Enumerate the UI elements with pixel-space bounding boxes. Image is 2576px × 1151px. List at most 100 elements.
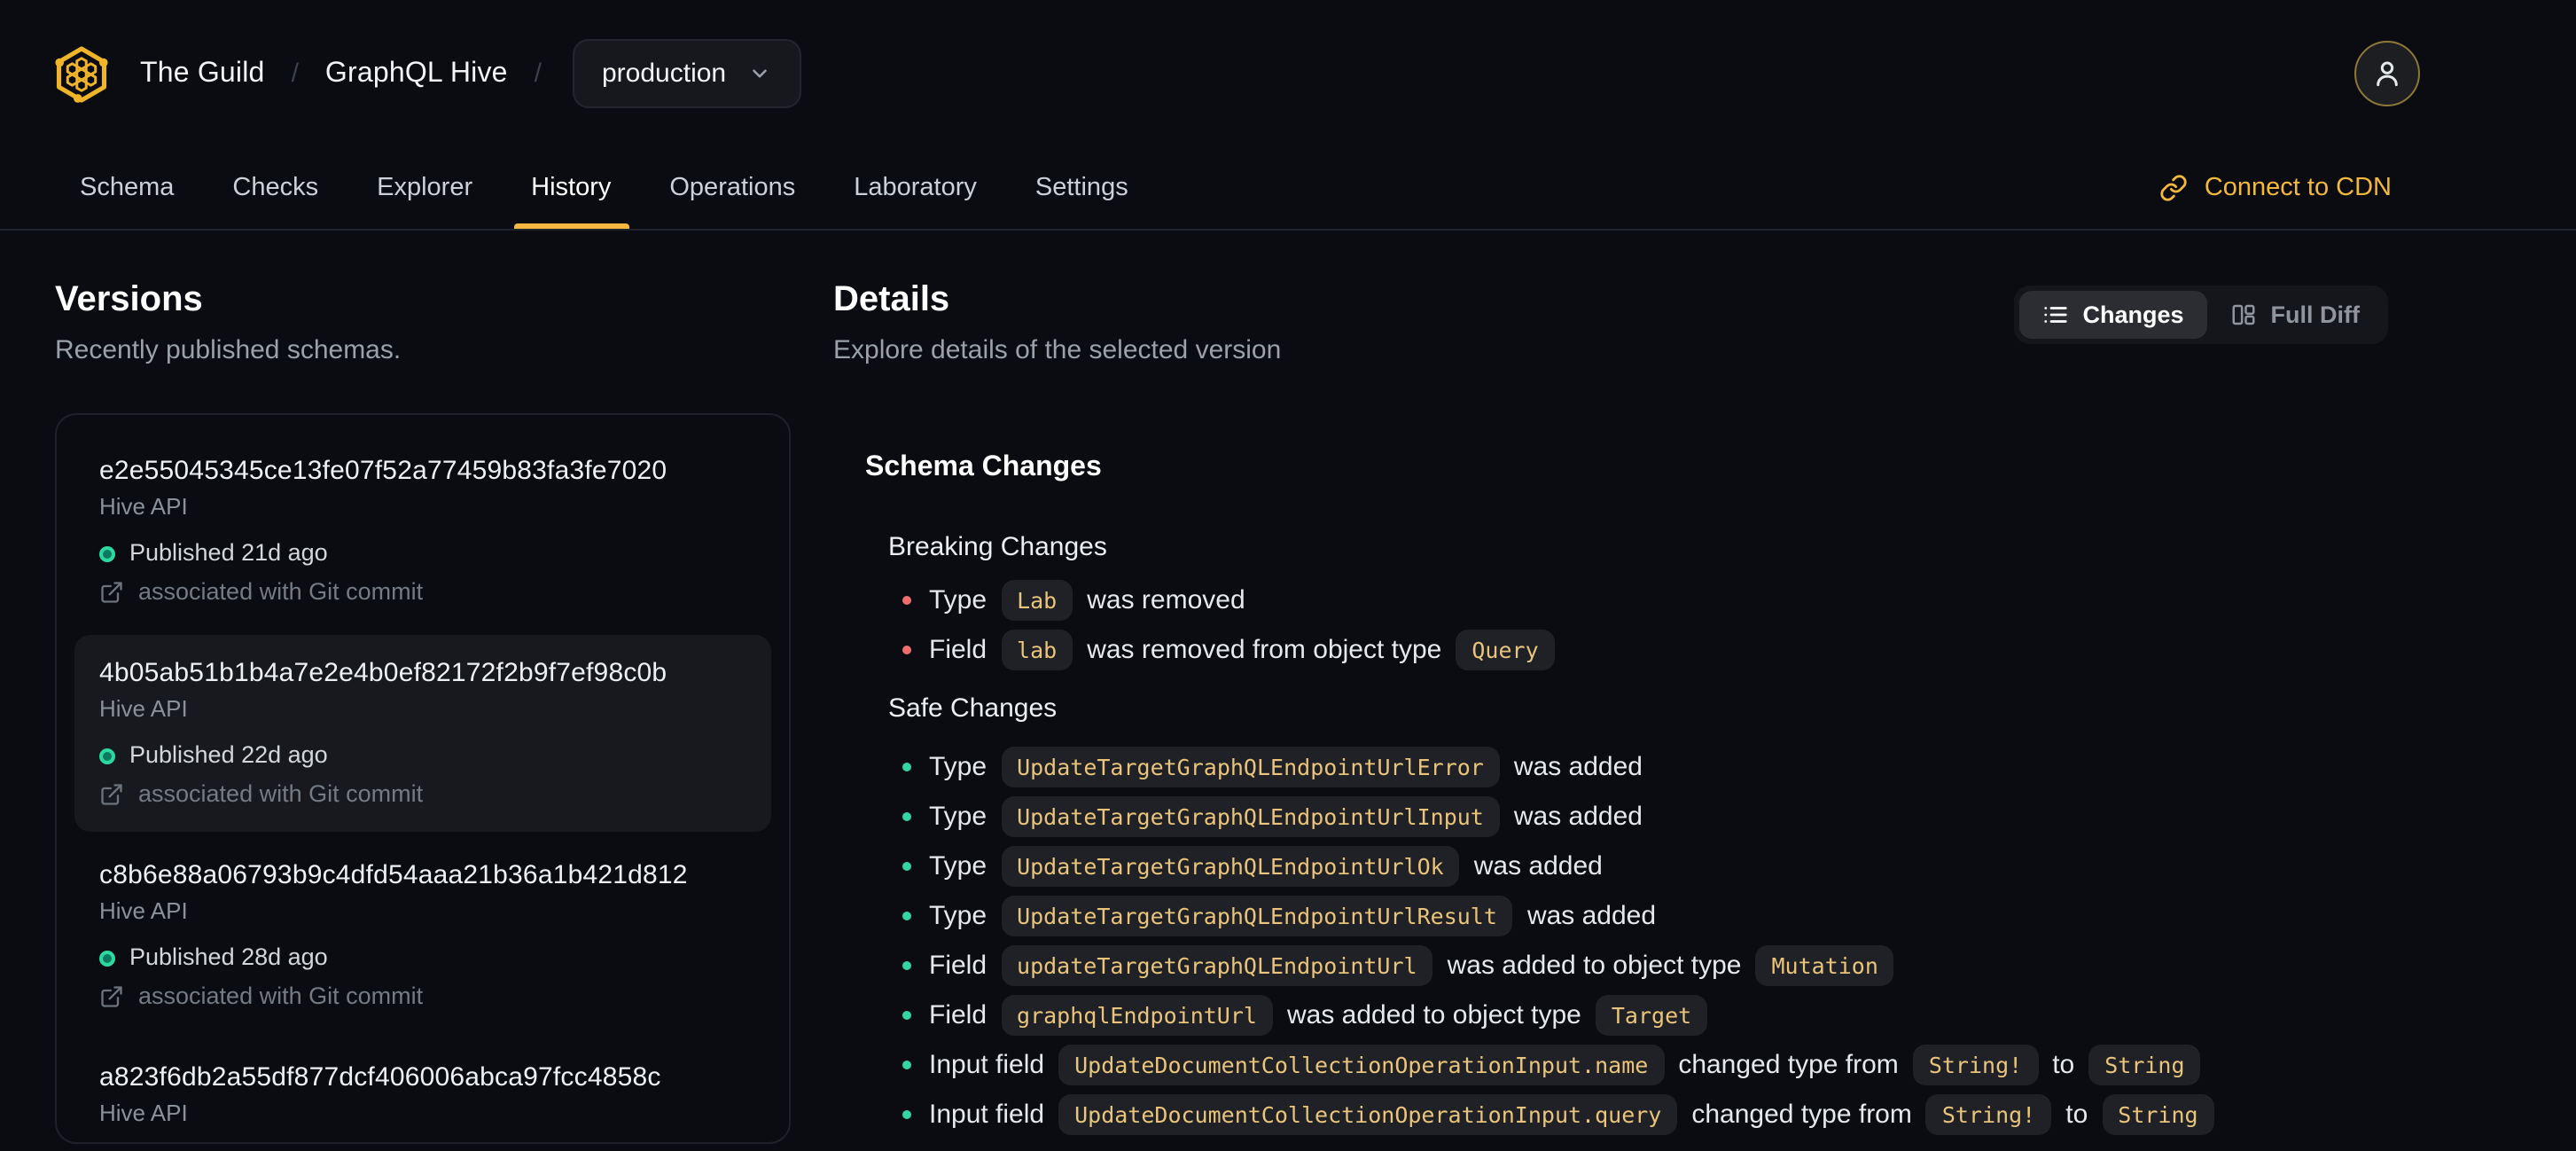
published-label: Published 22d ago	[129, 741, 328, 768]
version-hash: a823f6db2a55df877dcf406006abca97fcc4858c	[99, 1062, 661, 1092]
published-status-dot	[99, 950, 115, 966]
link-icon	[2161, 175, 2188, 201]
version-hash: e2e55045345ce13fe07f52a77459b83fa3fe7020	[99, 456, 667, 486]
safe-change-item: Field updateTargetGraphQLEndpointUrl was a…	[865, 940, 2388, 990]
hive-logo-icon[interactable]	[51, 43, 112, 104]
safe-change-item: Input field UpdateDocumentCollectionOpera…	[865, 1089, 2388, 1139]
schema-coordinate-badge: UpdateTargetGraphQLEndpointUrlError	[1001, 746, 1500, 787]
changes-toggle-label: Changes	[2082, 301, 2184, 328]
target-selector-dropdown[interactable]: production	[572, 39, 801, 108]
change-text: was added	[1513, 801, 1643, 831]
schema-coordinate-badge: UpdateDocumentCollectionOperationInput.q…	[1058, 1093, 1678, 1134]
schema-coordinate-badge: UpdateTargetGraphQLEndpointUrlOk	[1001, 845, 1460, 886]
breaking-changes-title: Breaking Changes	[888, 532, 1107, 562]
safe-change-item: Type UpdateTargetGraphQLEndpointUrlError w…	[865, 741, 2388, 791]
version-service: Hive API	[99, 493, 188, 520]
nav-tabs: Schema Checks Explorer History Operations Lab…	[62, 147, 1146, 229]
change-text: was added to object type	[1447, 950, 1742, 980]
tab-schema[interactable]: Schema	[62, 147, 191, 229]
versions-panel: Versions Recently published schemas. e2e…	[55, 278, 791, 1151]
details-subtitle: Explore details of the selected version	[833, 335, 1282, 365]
breaking-change-item: Field lab was removed from object type Quer…	[865, 624, 2388, 674]
change-text: to	[2065, 1099, 2088, 1129]
schema-coordinate-badge: Mutation	[1755, 944, 1894, 985]
published-label: Published 28d ago	[129, 944, 328, 970]
version-service: Hive API	[99, 695, 188, 722]
tab-history[interactable]: History	[513, 147, 629, 229]
tab-settings[interactable]: Settings	[1018, 147, 1146, 229]
change-text: Type	[929, 850, 987, 881]
external-link-icon	[101, 582, 122, 603]
tab-explorer[interactable]: Explorer	[359, 147, 490, 229]
versions-subtitle: Recently published schemas.	[55, 335, 402, 365]
version-hash: 4b05ab51b1b4a7e2e4b0ef82172f2b9f7ef98c0b	[99, 658, 667, 688]
safe-change-item: Type UpdateTargetGraphQLEndpointUrlResult…	[865, 890, 2388, 940]
nav-tab-bar: Schema Checks Explorer History Operations Lab…	[0, 147, 2576, 229]
git-commit-label: associated with Git commit	[138, 578, 424, 605]
git-commit-link[interactable]: associated with Git commit	[99, 576, 746, 608]
full-diff-toggle-button[interactable]: Full Diff	[2207, 291, 2384, 339]
change-text: Input field	[929, 1099, 1045, 1129]
versions-list: e2e55045345ce13fe07f52a77459b83fa3fe7020…	[55, 413, 791, 1144]
breadcrumb: The Guild / GraphQL Hive / production	[140, 39, 801, 108]
change-text: Type	[929, 584, 987, 615]
version-service: Hive API	[99, 1100, 188, 1126]
safe-changes-list: Type UpdateTargetGraphQLEndpointUrlError w…	[865, 741, 2388, 1139]
version-item[interactable]: e2e55045345ce13fe07f52a77459b83fa3fe7020…	[74, 433, 771, 630]
external-link-icon	[101, 986, 122, 1007]
details-panel: Details Explore details of the selected …	[833, 278, 2388, 1151]
change-text: Field	[929, 999, 987, 1030]
breaking-changes-list: Type Lab was removed Field lab was removed fr…	[865, 575, 2388, 674]
schema-coordinate-badge: lab	[1001, 629, 1073, 669]
git-commit-link[interactable]: associated with Git commit	[99, 981, 746, 1013]
tab-operations[interactable]: Operations	[652, 147, 813, 229]
change-text: Type	[929, 751, 987, 781]
user-menu-button[interactable]	[2354, 41, 2420, 106]
connect-to-cdn-label: Connect to CDN	[2204, 174, 2392, 202]
external-link-icon	[101, 784, 122, 805]
version-published-row: Published 21d ago	[99, 537, 746, 569]
breadcrumb-project[interactable]: GraphQL Hive	[325, 58, 508, 90]
git-commit-label: associated with Git commit	[138, 780, 424, 807]
changes-toggle-button[interactable]: Changes	[2018, 291, 2207, 339]
schema-coordinate-badge: Target	[1595, 994, 1708, 1035]
change-text: Type	[929, 900, 987, 930]
breadcrumb-org[interactable]: The Guild	[140, 58, 265, 90]
schema-coordinate-badge: UpdateTargetGraphQLEndpointUrlInput	[1001, 795, 1500, 836]
safe-change-item: Type UpdateTargetGraphQLEndpointUrlInput w…	[865, 791, 2388, 841]
versions-title: Versions	[55, 280, 203, 319]
main-content: Versions Recently published schemas. e2e…	[0, 231, 2576, 1151]
connect-to-cdn-button[interactable]: Connect to CDN	[2160, 147, 2392, 229]
change-text: changed type from	[1678, 1049, 1899, 1079]
schema-changes-title: Schema Changes	[865, 452, 1102, 482]
list-icon	[2043, 307, 2067, 323]
change-text: was added	[1473, 850, 1603, 881]
version-service: Hive API	[99, 897, 188, 924]
schema-coordinate-badge: String	[2102, 1093, 2214, 1134]
breadcrumb-bar: The Guild / GraphQL Hive / production	[0, 0, 2576, 147]
published-status-dot	[99, 545, 115, 561]
change-text: was removed	[1087, 584, 1245, 615]
git-commit-link[interactable]: associated with Git commit	[99, 779, 746, 810]
breadcrumb-separator: /	[291, 59, 299, 89]
schema-coordinate-badge: String!	[1912, 1044, 2039, 1084]
details-header-text: Details Explore details of the selected …	[833, 278, 1281, 367]
tab-laboratory[interactable]: Laboratory	[836, 147, 995, 229]
change-text: Field	[929, 634, 987, 664]
tab-checks[interactable]: Checks	[215, 147, 336, 229]
safe-change-item: Input field UpdateDocumentCollectionOpera…	[865, 1039, 2388, 1089]
version-item[interactable]: a823f6db2a55df877dcf406006abca97fcc4858c…	[74, 1039, 771, 1142]
change-text: Type	[929, 801, 987, 831]
change-text: was added to object type	[1286, 999, 1581, 1030]
columns-icon	[2232, 304, 2254, 325]
schema-coordinate-badge: UpdateDocumentCollectionOperationInput.n…	[1058, 1044, 1665, 1084]
schema-coordinate-badge: updateTargetGraphQLEndpointUrl	[1001, 944, 1433, 985]
change-text: changed type from	[1691, 1099, 1912, 1129]
schema-coordinate-badge: Query	[1456, 629, 1555, 669]
details-header: Details Explore details of the selected …	[833, 278, 2388, 367]
version-item[interactable]: c8b6e88a06793b9c4dfd54aaa21b36a1b421d812…	[74, 837, 771, 1034]
change-text: was added	[1526, 900, 1657, 930]
version-item[interactable]: 4b05ab51b1b4a7e2e4b0ef82172f2b9f7ef98c0b…	[74, 635, 771, 832]
version-published-row: Published 28d ago	[99, 942, 746, 974]
